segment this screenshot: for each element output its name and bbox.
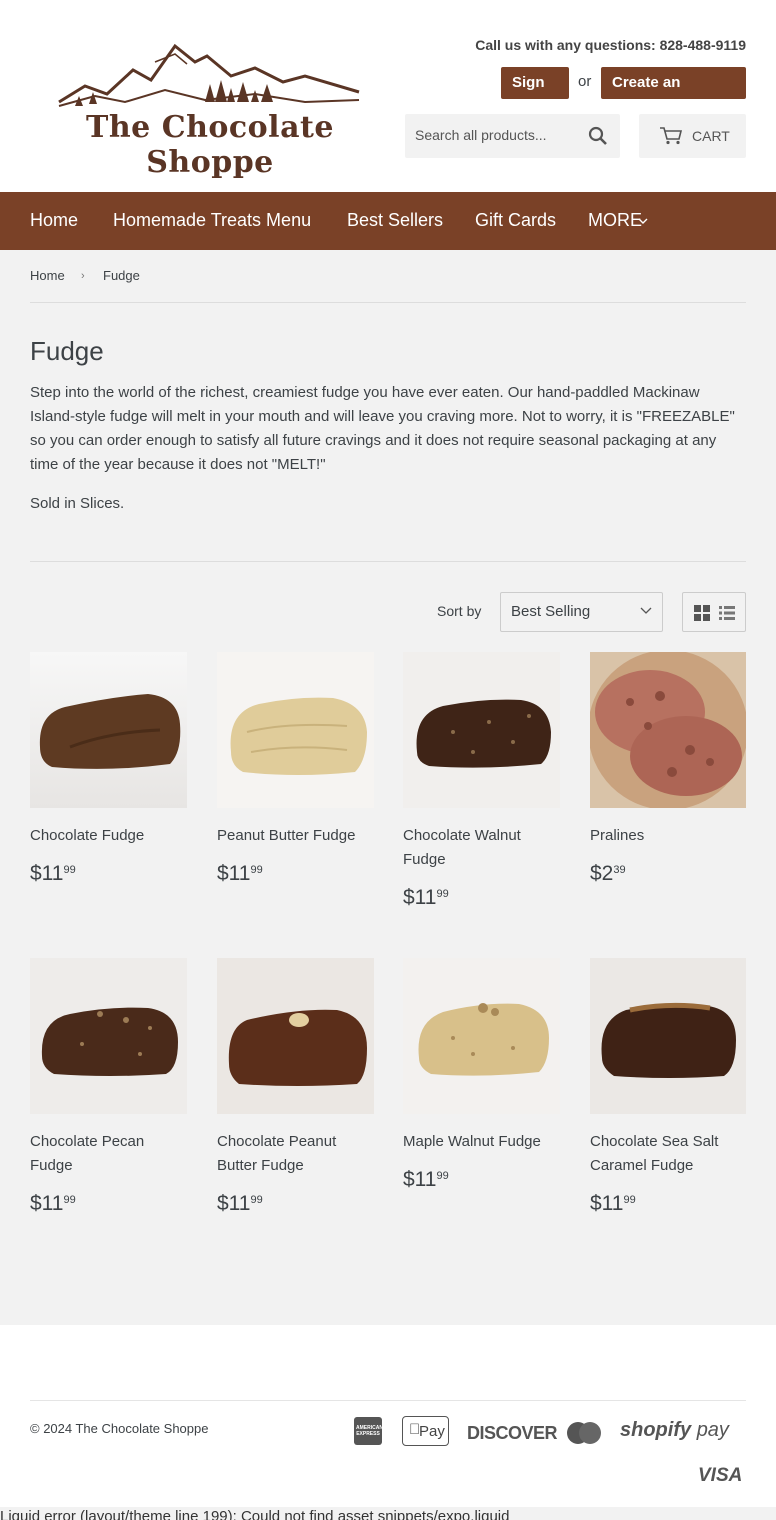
divider	[30, 302, 746, 303]
product-image[interactable]	[30, 958, 187, 1114]
sign-in-button[interactable]: Sign in	[501, 67, 569, 123]
nav-item-gift-cards[interactable]: Gift Cards	[475, 210, 556, 231]
product-title[interactable]: Chocolate Walnut Fudge	[403, 824, 560, 872]
product-price: $1199	[403, 1168, 449, 1192]
liquid-error-bar: Liquid error (layout/theme line 199): Co…	[0, 1507, 776, 1520]
apple-pay-text: Pay	[419, 1423, 445, 1440]
product-image[interactable]	[590, 652, 747, 808]
price-cents: 99	[250, 1194, 263, 1206]
price-dollars: $11	[403, 1168, 437, 1191]
price-cents: 99	[63, 1194, 76, 1206]
product-image[interactable]	[403, 958, 560, 1114]
discover-icon: DISCOVER	[467, 1423, 558, 1444]
grid-view-icon[interactable]	[694, 605, 710, 621]
product-price: $1199	[403, 886, 449, 910]
view-toggle	[682, 592, 746, 632]
list-view-icon[interactable]	[719, 605, 735, 621]
product-price: $1199	[590, 1192, 636, 1216]
product-price: $1199	[30, 1192, 76, 1216]
collection-description: Step into the world of the richest, crea…	[30, 384, 735, 473]
nav-more-label: MORE	[588, 210, 642, 230]
shopify-pay-text: pay	[696, 1419, 729, 1441]
create-account-button[interactable]: Create an Account	[601, 67, 746, 123]
nav-item-best-sellers[interactable]: Best Sellers	[347, 210, 443, 231]
price-dollars: $11	[403, 886, 437, 909]
price-dollars: $11	[217, 862, 251, 885]
sort-value: Best Selling	[511, 603, 591, 620]
divider	[30, 561, 746, 562]
cart-button[interactable]: CART	[639, 114, 746, 158]
main-nav: Home Homemade Treats Menu Best Sellers G…	[0, 192, 776, 250]
search-input[interactable]: Search all products...	[415, 127, 547, 143]
shopify-pay-icon: shopify pay	[620, 1419, 729, 1442]
product-image[interactable]	[217, 652, 374, 808]
cart-label: CART	[692, 128, 730, 144]
product-title[interactable]: Pralines	[590, 824, 747, 848]
product-price: $1199	[217, 1192, 263, 1216]
sort-select[interactable]: Best Selling	[500, 592, 663, 632]
page-title: Fudge	[30, 336, 104, 366]
product-price: $1199	[217, 862, 263, 886]
price-cents: 99	[250, 864, 263, 876]
price-dollars: $2	[590, 862, 614, 885]
price-dollars: $11	[30, 1192, 64, 1215]
mastercard-icon	[566, 1421, 602, 1445]
price-dollars: $11	[30, 862, 64, 885]
site-header: The Chocolate Shoppe Call us with any qu…	[0, 0, 776, 192]
collection-main: Home › Fudge Fudge Step into the world o…	[0, 250, 776, 1325]
product-title[interactable]: Peanut Butter Fudge	[217, 824, 374, 848]
product-price: $239	[590, 862, 626, 886]
cart-icon	[660, 127, 683, 145]
product-title[interactable]: Chocolate Pecan Fudge	[30, 1130, 187, 1178]
product-title[interactable]: Chocolate Peanut Butter Fudge	[217, 1130, 374, 1178]
price-cents: 99	[436, 888, 449, 900]
mountain-logo-icon	[58, 43, 360, 107]
visa-icon: VISA	[698, 1465, 742, 1487]
shopify-text: shopify	[620, 1419, 692, 1441]
chevron-down-icon	[640, 607, 652, 614]
price-cents: 39	[613, 864, 626, 876]
product-title[interactable]: Maple Walnut Fudge	[403, 1130, 560, 1154]
sort-label: Sort by	[437, 603, 482, 619]
divider	[30, 1400, 746, 1401]
price-cents: 99	[436, 1170, 449, 1182]
product-title[interactable]: Chocolate Sea Salt Caramel Fudge	[590, 1130, 747, 1178]
breadcrumb-home[interactable]: Home	[30, 268, 65, 283]
discover-text: DISCOVER	[467, 1423, 558, 1443]
product-image[interactable]	[217, 958, 374, 1114]
logo-text: The Chocolate Shoppe	[86, 110, 334, 180]
american-express-icon: AMERICAN EXPRESS	[354, 1417, 383, 1445]
product-price: $1199	[30, 862, 76, 886]
product-image[interactable]	[590, 958, 747, 1114]
site-footer: © 2024 The Chocolate Shoppe AMERICAN EXP…	[0, 1325, 776, 1507]
nav-item-home[interactable]: Home	[30, 210, 78, 231]
liquid-error-text: Liquid error (layout/theme line 199): Co…	[0, 1508, 510, 1520]
nav-item-more[interactable]: MORE	[588, 210, 648, 231]
price-cents: 99	[623, 1194, 636, 1206]
product-title[interactable]: Chocolate Fudge	[30, 824, 187, 848]
search-form: Search all products...	[405, 114, 620, 158]
apple-pay-icon:  Pay	[402, 1416, 449, 1446]
contact-phone: Call us with any questions: 828-488-9119	[475, 37, 746, 53]
nav-item-homemade-treats[interactable]: Homemade Treats Menu	[113, 210, 311, 231]
amex-text: AMERICAN EXPRESS	[356, 1425, 383, 1437]
product-image[interactable]	[403, 652, 560, 808]
visa-text: VISA	[698, 1465, 743, 1486]
copyright[interactable]: © 2024 The Chocolate Shoppe	[30, 1421, 208, 1436]
store-logo[interactable]: The Chocolate Shoppe	[55, 40, 365, 180]
product-image[interactable]	[30, 652, 187, 808]
breadcrumb-current: Fudge	[103, 268, 140, 283]
sold-in-note: Sold in Slices.	[30, 495, 125, 512]
chevron-down-icon	[638, 218, 648, 224]
price-dollars: $11	[217, 1192, 251, 1215]
price-dollars: $11	[590, 1192, 624, 1215]
or-text: or	[578, 73, 592, 90]
search-icon[interactable]	[588, 126, 608, 146]
price-cents: 99	[63, 864, 76, 876]
breadcrumb-separator: ›	[81, 270, 85, 282]
